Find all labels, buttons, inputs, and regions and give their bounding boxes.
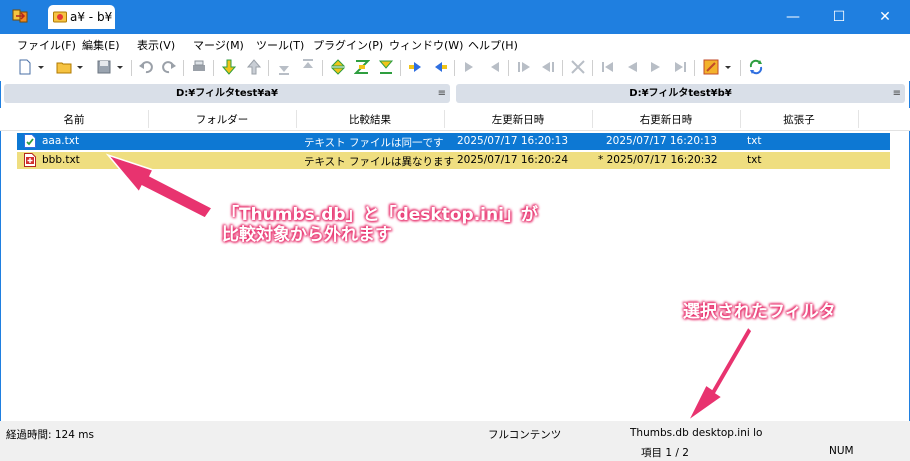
status-item-count: 項目 1 / 2 (641, 447, 689, 459)
arrow-to-filter (687, 325, 753, 422)
status-bar: 経過時間: 124 ms フルコンテンツ Thumbs.db desktop.i… (0, 421, 910, 461)
status-compare-method[interactable]: フルコンテンツ (488, 427, 561, 442)
annotation-arrows (105, 153, 753, 422)
status-elapsed-time: 経過時間: 124 ms (6, 429, 94, 441)
arrow-to-rows (105, 153, 214, 219)
status-filter[interactable]: Thumbs.db desktop.ini lo (630, 427, 765, 439)
callout-excluded-files-line2: 比較対象から外れます (222, 225, 392, 245)
status-numlock: NUM (829, 445, 854, 457)
callout-selected-filter: 選択されたフィルタ (683, 302, 836, 322)
